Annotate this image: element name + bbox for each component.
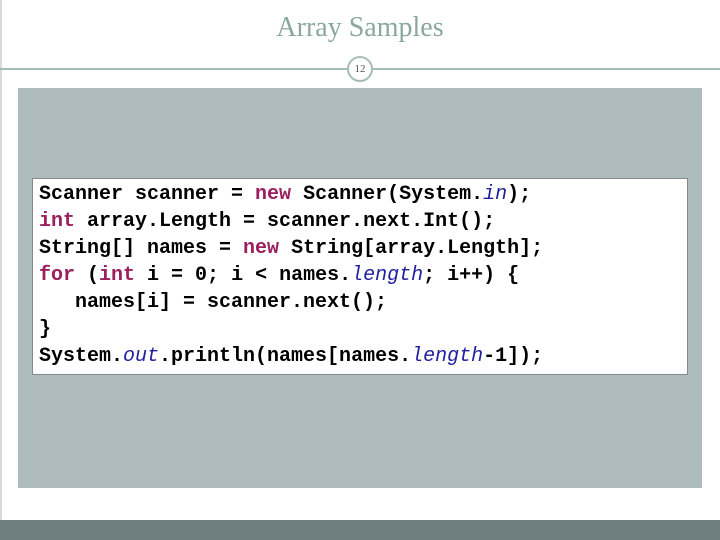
code-line-6: }	[39, 318, 51, 341]
code-line-2: int array.Length = scanner.next.Int();	[39, 210, 495, 233]
page-number: 12	[355, 63, 366, 75]
page-number-badge: 12	[347, 56, 373, 82]
field-length: length	[351, 264, 423, 287]
code-line-5: names[i] = scanner.next();	[39, 291, 387, 314]
field-in: in	[483, 183, 507, 206]
field-out: out	[123, 345, 159, 368]
field-length: length	[411, 345, 483, 368]
code-line-3: String[] names = new String[array.Length…	[39, 237, 543, 260]
left-border	[0, 0, 2, 540]
footer-bar	[0, 520, 720, 540]
slide-title: Array Samples	[0, 0, 720, 52]
keyword-new: new	[243, 237, 279, 260]
keyword-new: new	[255, 183, 291, 206]
code-line-7: System.out.println(names[names.length-1]…	[39, 345, 543, 368]
keyword-int: int	[99, 264, 135, 287]
keyword-for: for	[39, 264, 75, 287]
slide: Array Samples 12 Scanner scanner = new S…	[0, 0, 720, 540]
code-block: Scanner scanner = new Scanner(System.in)…	[32, 178, 688, 375]
keyword-int: int	[39, 210, 75, 233]
code-line-1: Scanner scanner = new Scanner(System.in)…	[39, 183, 531, 206]
code-line-4: for (int i = 0; i < names.length; i++) {	[39, 264, 519, 287]
